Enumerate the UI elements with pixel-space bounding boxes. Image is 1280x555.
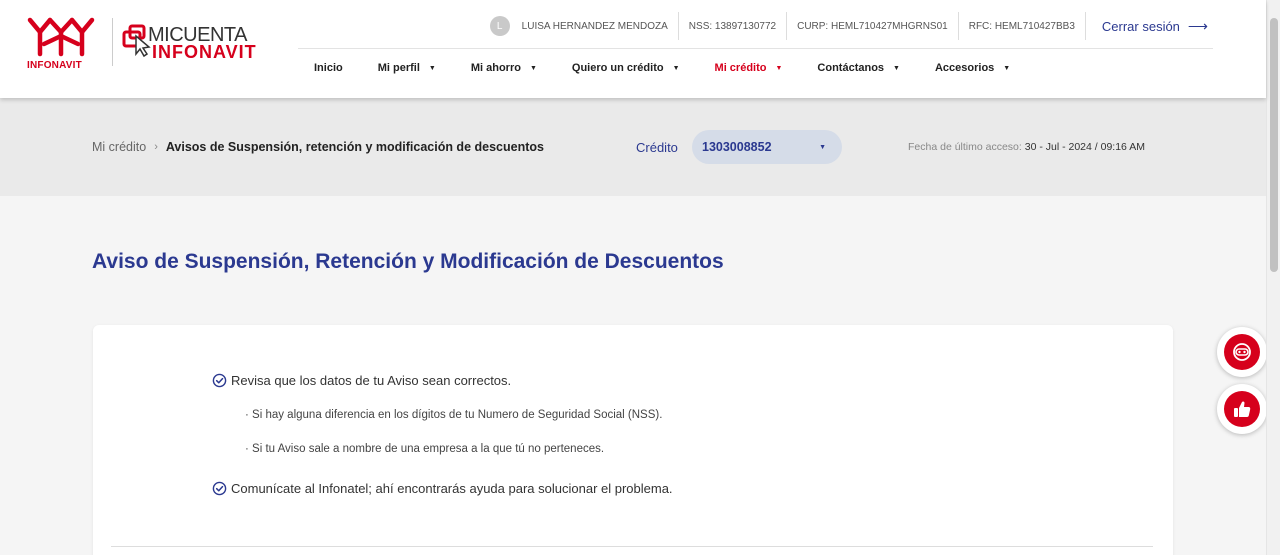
nav-item-inicio[interactable]: Inicio [314,60,343,76]
user-name: LUISA HERNANDEZ MENDOZA [521,20,668,32]
user-info-bar: L LUISA HERNANDEZ MENDOZA NSS: 138971307… [489,12,1208,40]
check-item-text: Revisa que los datos de tu Aviso sean co… [231,373,512,388]
nav-item-label: Mi perfil [377,62,420,74]
user-rfc: RFC: HEML710427BB3 [957,12,1085,40]
check-item-infonatel: Comunícate al Infonatel; ahí encontrarás… [212,481,673,496]
check-circle-icon [212,373,227,388]
page-title: Aviso de Suspensión, Retención y Modific… [92,250,724,273]
nav-divider [298,48,1213,49]
credit-select-value: 1303008852 [702,140,772,154]
credit-select[interactable]: 1303008852 ▼ [692,130,842,164]
caret-down-icon: ▼ [893,64,900,72]
last-access-value: 30 - Jul - 2024 / 09:16 AM [1024,141,1145,153]
avatar[interactable]: L [489,16,510,36]
top-header: INFONAVIT MICUENTA INFONAVIT L LUISA HER… [0,0,1266,98]
nav-item-accesorios[interactable]: Accesorios ▼ [935,60,1010,76]
logout-button[interactable]: Cerrar sesión ⟶ [1084,12,1208,40]
arrow-right-icon: ⟶ [1187,17,1208,34]
nav-item-label: Mi crédito [714,62,767,74]
caret-down-icon: ▼ [428,64,436,72]
sub-header: Mi crédito › Avisos de Suspensión, reten… [0,98,1266,196]
credit-label: Crédito [636,140,678,155]
scrollbar-thumb[interactable] [1270,18,1278,272]
breadcrumb-current: Avisos de Suspensión, retención y modifi… [165,140,544,154]
page-scrollbar[interactable] [1266,0,1280,555]
breadcrumb: Mi crédito › Avisos de Suspensión, reten… [92,140,544,154]
check-item-text: Comunícate al Infonatel; ahí encontrarás… [231,481,673,496]
user-curp: CURP: HEML710427MHGRNS01 [786,12,958,40]
caret-down-icon: ▼ [672,64,680,72]
chatbot-icon [1233,343,1251,361]
nav-item-mi-credito[interactable]: Mi crédito ▼ [715,60,783,76]
nav-item-mi-ahorro[interactable]: Mi ahorro ▼ [471,60,537,76]
caret-down-icon: ▼ [775,64,783,72]
nav-item-contactanos[interactable]: Contáctanos ▼ [817,60,900,76]
nav-item-quiero-un-credito[interactable]: Quiero un crédito ▼ [572,60,680,76]
nav-item-label: Accesorios [934,62,995,74]
thumbs-up-icon [1234,401,1251,417]
last-access: Fecha de último acceso: 30 - Jul - 2024 … [908,141,1145,153]
micuenta-infonavit-text: INFONAVIT [152,42,257,62]
notice-card: Revisa que los datos de tu Aviso sean co… [93,325,1173,555]
sub-item-empresa: · Si tu Aviso sale a nombre de una empre… [245,443,605,455]
nav-item-label: Contáctanos [817,62,885,74]
breadcrumb-parent[interactable]: Mi crédito [92,140,146,154]
micuenta-logo[interactable]: MICUENTA INFONAVIT [122,20,262,66]
assistant-fab-button[interactable] [1217,327,1267,377]
caret-down-icon: ▼ [529,64,537,72]
infonavit-logo[interactable]: INFONAVIT [26,16,96,72]
caret-down-icon: ▼ [819,143,826,151]
check-circle-icon [212,481,227,496]
nav-item-label: Quiero un crédito [571,62,664,74]
chevron-right-icon: › [154,141,158,153]
user-nss: NSS: 13897130772 [677,12,786,40]
infonavit-logo-icon [27,17,95,57]
assistant-fab-inner [1224,334,1260,370]
feedback-fab-inner [1224,391,1260,427]
main-nav: Inicio Mi perfil ▼ Mi ahorro ▼ Quiero un… [314,60,1045,76]
last-access-label: Fecha de último acceso: [908,141,1022,153]
check-item-review: Revisa que los datos de tu Aviso sean co… [212,373,511,388]
logo-separator [112,18,113,66]
infonavit-brand-text: INFONAVIT [27,60,82,71]
logout-label: Cerrar sesión [1101,18,1180,34]
sub-item-nss: · Si hay alguna diferencia en los dígito… [245,409,663,421]
nav-item-label: Inicio [314,62,343,74]
caret-down-icon: ▼ [1003,64,1011,72]
card-divider [111,546,1153,547]
nav-item-mi-perfil[interactable]: Mi perfil ▼ [378,60,436,76]
nav-item-label: Mi ahorro [470,62,521,74]
feedback-fab-button[interactable] [1217,384,1267,434]
